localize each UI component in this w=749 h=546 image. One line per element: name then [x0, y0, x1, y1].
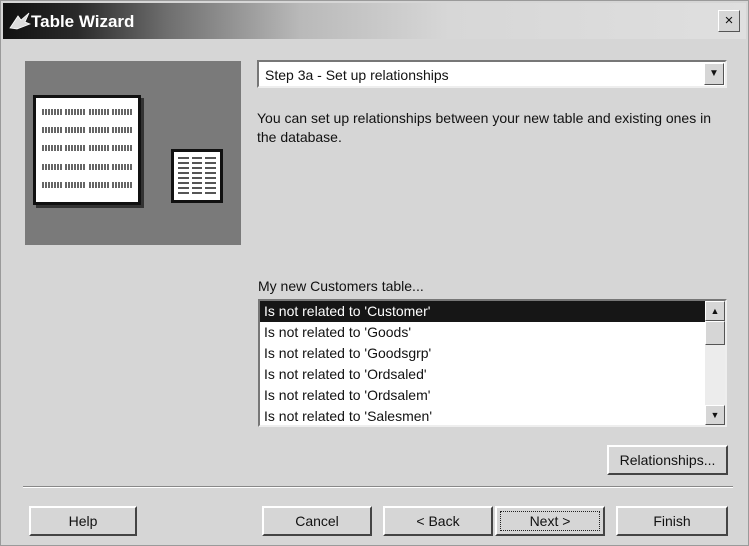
relationships-button[interactable]: Relationships... [607, 445, 728, 475]
list-item[interactable]: Is not related to 'Salesmen' [260, 406, 705, 425]
step-dropdown-value: Step 3a - Set up relationships [265, 67, 449, 83]
table-wizard-icon [9, 12, 31, 30]
scroll-thumb[interactable] [705, 321, 725, 345]
chevron-down-icon[interactable]: ▼ [704, 63, 724, 85]
related-table-icon [171, 149, 223, 203]
next-button-focus-ring [500, 511, 600, 531]
step-description: You can set up relationships between you… [257, 110, 712, 145]
list-item[interactable]: Is not related to 'Goodsgrp' [260, 343, 705, 364]
finish-button[interactable]: Finish [616, 506, 728, 536]
help-button[interactable]: Help [29, 506, 137, 536]
wizard-illustration [25, 61, 241, 245]
table-wizard-dialog: Table Wizard × Step 3a - Set up relation… [0, 0, 749, 546]
close-button[interactable]: × [718, 10, 740, 32]
relationships-list-label: My new Customers table... [258, 278, 424, 294]
list-item[interactable]: Is not related to 'Goods' [260, 322, 705, 343]
list-scrollbar[interactable]: ▲ ▼ [705, 301, 725, 425]
list-item[interactable]: Is not related to 'Ordsaled' [260, 364, 705, 385]
next-button[interactable]: Next > [495, 506, 605, 536]
cancel-button[interactable]: Cancel [262, 506, 372, 536]
scroll-down-icon[interactable]: ▼ [705, 405, 725, 425]
window-title: Table Wizard [31, 12, 135, 31]
title-bar[interactable]: Table Wizard × [3, 3, 746, 39]
step-dropdown[interactable]: Step 3a - Set up relationships ▼ [257, 60, 727, 88]
list-item[interactable]: Is not related to 'Customer' [260, 301, 705, 322]
scroll-up-icon[interactable]: ▲ [705, 301, 725, 321]
footer-divider [23, 486, 733, 488]
back-button[interactable]: < Back [383, 506, 493, 536]
table-illustration-icon [33, 95, 141, 205]
relationships-listbox[interactable]: Is not related to 'Customer' Is not rela… [258, 299, 727, 427]
list-item[interactable]: Is not related to 'Ordsalem' [260, 385, 705, 406]
